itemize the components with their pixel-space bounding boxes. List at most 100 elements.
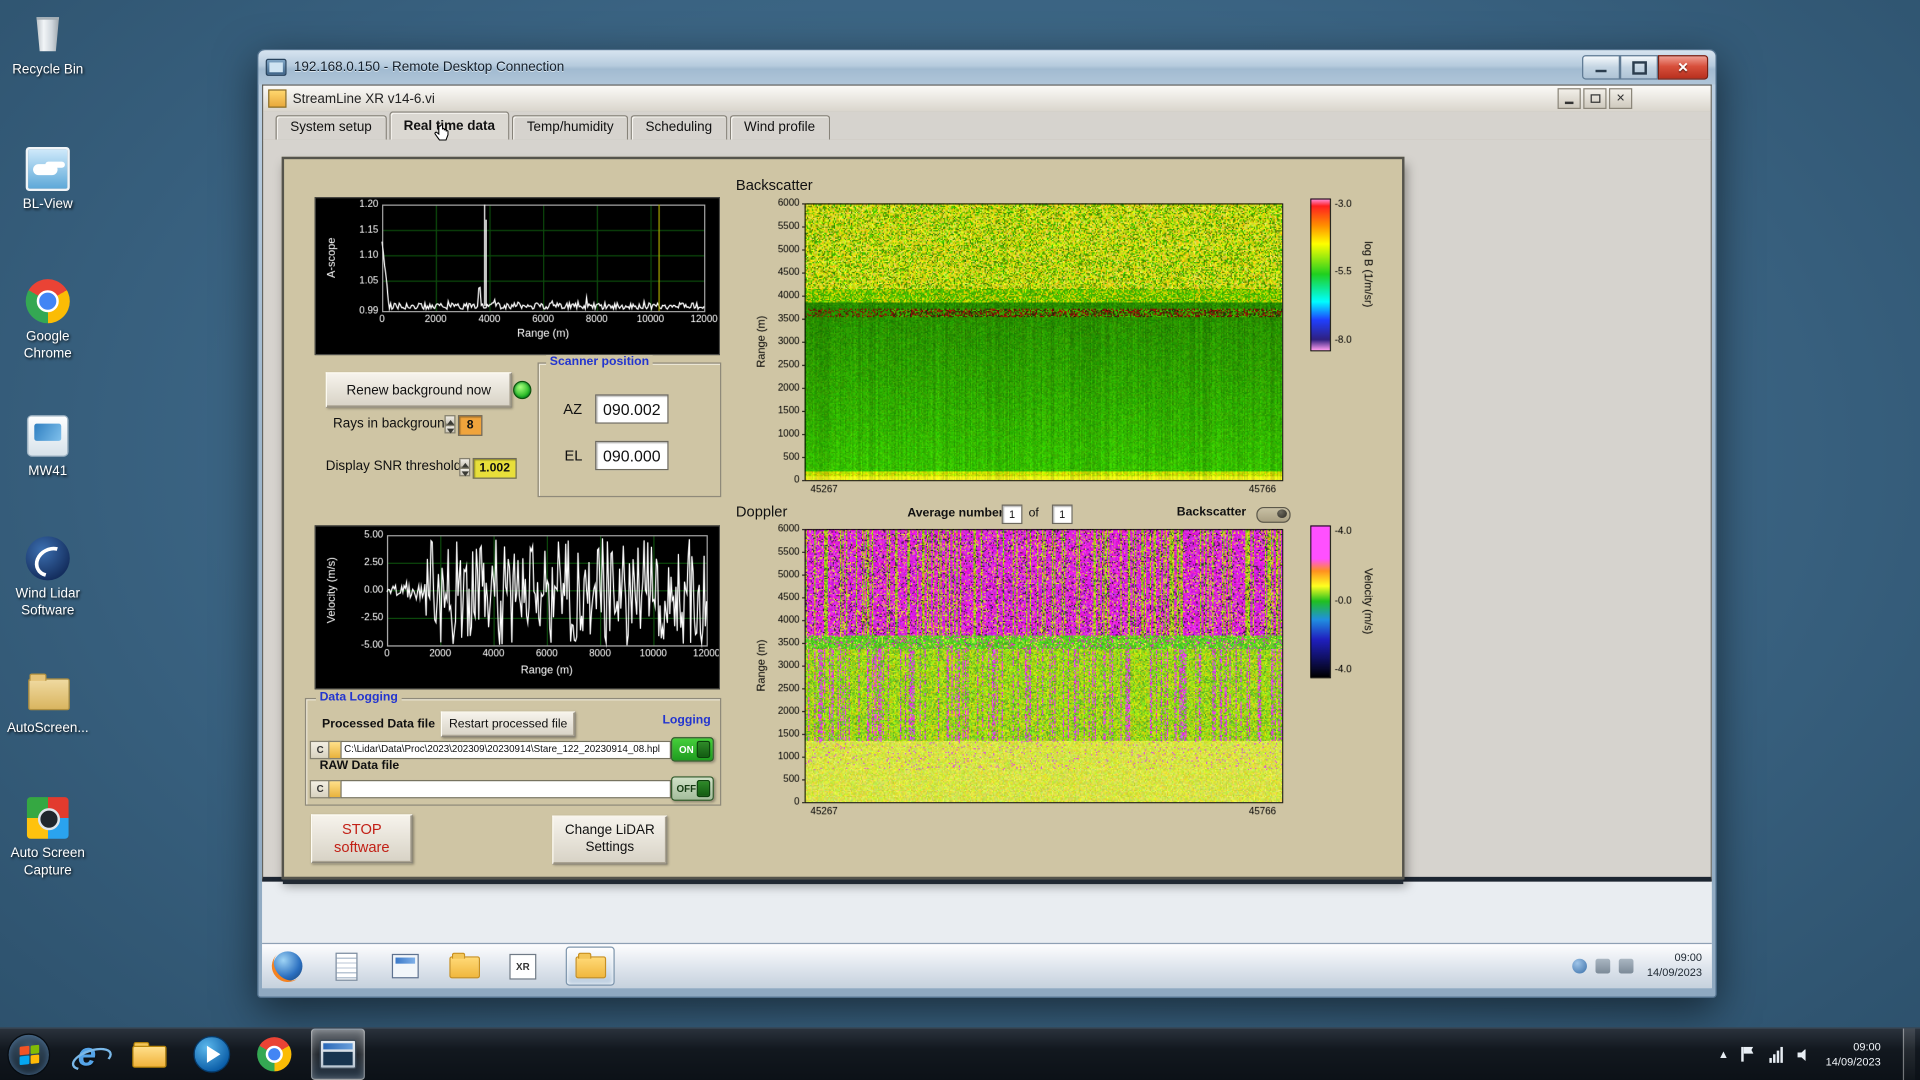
vi-icon — [268, 89, 287, 108]
raw-data-file-label: RAW Data file — [319, 759, 400, 773]
taskbar-rdp-button[interactable] — [311, 1028, 365, 1080]
raw-logging-toggle[interactable]: OFF — [671, 776, 714, 801]
desktop-icon-label: MW41 — [28, 464, 68, 479]
rdp-minimize-button[interactable] — [1582, 55, 1620, 80]
tab-wind-profile[interactable]: Wind profile — [729, 115, 830, 140]
desktop-icon-label: AutoScreen... — [6, 721, 89, 736]
desktop-icon-label: BL-View — [22, 197, 73, 212]
clock-date: 14/09/2023 — [1825, 1055, 1881, 1068]
remote-app-window-icon[interactable] — [389, 950, 421, 982]
tab-system-setup[interactable]: System setup — [275, 115, 387, 140]
remote-desktop-icon — [319, 1039, 357, 1069]
data-logging-group: Data Logging Processed Data file Restart… — [304, 690, 722, 806]
start-button[interactable] — [7, 1032, 51, 1076]
desktop-icon-google-chrome[interactable]: Google Chrome — [2, 277, 93, 363]
toggle-off-label: OFF — [676, 783, 697, 795]
scanner-position-group: Scanner position AZ 090.002 EL 090.000 — [537, 355, 722, 498]
wind-lidar-icon — [23, 534, 72, 583]
rays-value-field[interactable]: 8 — [457, 415, 483, 436]
remote-clock-time: 09:00 — [1674, 951, 1703, 965]
scanner-position-title: Scanner position — [546, 355, 653, 369]
volume-icon[interactable] — [1797, 1046, 1813, 1062]
chrome-icon — [257, 1037, 292, 1072]
stop-line2: software — [334, 838, 390, 856]
renew-background-button[interactable]: Renew background now — [325, 372, 512, 408]
taskbar-chrome-button[interactable] — [249, 1030, 300, 1079]
taskbar-ie-button[interactable]: e — [61, 1030, 112, 1079]
desktop-icon-bl-view[interactable]: BL-View — [2, 144, 93, 213]
velocity-chart-canvas — [315, 526, 719, 689]
snr-spinner[interactable] — [459, 457, 471, 477]
rays-spinner[interactable] — [444, 415, 456, 434]
streamline-minimize-button[interactable] — [1557, 88, 1581, 109]
ascope-chart — [314, 197, 720, 356]
chrome-icon — [23, 277, 72, 326]
rdp-close-button[interactable]: ✕ — [1657, 55, 1709, 80]
taskbar: e ▲ 09:00 14/09/2023 — [0, 1027, 1920, 1080]
data-logging-title: Data Logging — [315, 690, 402, 705]
el-label: EL — [564, 446, 583, 465]
remote-taskbar: XR 09:00 14/09/2023 — [262, 942, 1712, 989]
labview-panel: Renew background now Rays in background … — [281, 156, 1405, 880]
remote-tray-volume-icon[interactable] — [1595, 958, 1611, 974]
internet-explorer-icon: e — [77, 1035, 97, 1073]
raw-path-field[interactable] — [340, 780, 672, 799]
toggle-knob — [696, 780, 711, 798]
notepad-icon[interactable] — [331, 950, 363, 982]
streamline-close-button[interactable]: ✕ — [1608, 88, 1633, 109]
media-player-icon — [193, 1035, 231, 1073]
remote-folder-icon[interactable] — [448, 950, 480, 982]
az-value-field[interactable]: 090.002 — [595, 394, 669, 424]
rays-in-background-label: Rays in background — [333, 416, 453, 432]
desktop-icon-label: Auto Screen Capture — [10, 846, 85, 878]
rdp-window-title: 192.168.0.150 - Remote Desktop Connectio… — [293, 60, 565, 75]
xr-app-icon[interactable]: XR — [507, 950, 539, 982]
rdp-maximize-button[interactable] — [1620, 55, 1658, 80]
desktop-icon-label: Google Chrome — [23, 329, 72, 361]
windows-logo-icon — [18, 1044, 39, 1065]
rdp-titlebar[interactable]: 192.168.0.150 - Remote Desktop Connectio… — [258, 50, 1716, 85]
rdp-window-icon — [265, 58, 287, 76]
remote-browser-icon[interactable] — [272, 950, 304, 982]
desktop-icon-label: Recycle Bin — [12, 62, 84, 78]
taskbar-wmp-button[interactable] — [186, 1030, 237, 1079]
desktop-icon-autoscreen[interactable]: AutoScreen... — [2, 669, 93, 738]
toggle-knob — [696, 740, 711, 758]
desktop-icon-mw41[interactable]: MW41 — [2, 411, 93, 480]
taskbar-clock[interactable]: 09:00 14/09/2023 — [1826, 1039, 1881, 1069]
desktop-icon-recycle-bin[interactable]: Recycle Bin — [2, 10, 93, 79]
el-value-field[interactable]: 090.000 — [595, 440, 669, 471]
manila-folder-icon — [23, 669, 72, 718]
background-led-indicator — [513, 380, 532, 400]
logging-label: Logging — [662, 713, 711, 728]
action-center-flag-icon[interactable] — [1741, 1046, 1757, 1062]
network-icon[interactable] — [1769, 1046, 1785, 1063]
streamline-restore-button[interactable] — [1583, 88, 1607, 109]
system-tray: ▲ 09:00 14/09/2023 — [1718, 1028, 1920, 1080]
recycle-bin-icon — [23, 10, 72, 59]
tray-chevron-icon[interactable]: ▲ — [1718, 1048, 1729, 1060]
tab-scheduling[interactable]: Scheduling — [630, 115, 727, 140]
desktop-icon-auto-screen-capture[interactable]: Auto Screen Capture — [2, 793, 93, 879]
desktop-root: Recycle Bin BL-View Google Chrome MW41 W… — [0, 0, 1920, 1080]
snr-value-field[interactable]: 1.002 — [472, 457, 517, 479]
show-desktop-button[interactable] — [1902, 1028, 1916, 1080]
active-folder-taskbar-button[interactable] — [565, 946, 615, 986]
remote-tray-network-icon[interactable] — [1618, 958, 1634, 974]
processed-data-file-label: Processed Data file — [322, 717, 436, 732]
streamline-window: StreamLine XR v14-6.vi ✕ System setup Re… — [262, 84, 1712, 882]
processed-logging-toggle[interactable]: ON — [671, 737, 714, 762]
change-lidar-settings-button[interactable]: Change LiDAR Settings — [552, 815, 668, 865]
stop-software-button[interactable]: STOP software — [311, 814, 413, 864]
rdp-window: 192.168.0.150 - Remote Desktop Connectio… — [257, 48, 1717, 998]
taskbar-explorer-button[interactable] — [124, 1030, 175, 1079]
processed-path-field[interactable]: C:\Lidar\Data\Proc\2023\202309\20230914\… — [340, 740, 672, 760]
rdp-client-area: StreamLine XR v14-6.vi ✕ System setup Re… — [262, 84, 1712, 989]
streamline-titlebar[interactable]: StreamLine XR v14-6.vi ✕ — [263, 85, 1711, 113]
desktop-icon-wind-lidar[interactable]: Wind Lidar Software — [2, 534, 93, 620]
auto-screen-capture-icon — [23, 793, 72, 842]
remote-clock[interactable]: 09:00 14/09/2023 — [1647, 952, 1702, 981]
restart-processed-file-button[interactable]: Restart processed file — [440, 711, 576, 738]
remote-tray-update-icon[interactable] — [1572, 958, 1587, 974]
tab-temp-humidity[interactable]: Temp/humidity — [512, 115, 629, 140]
